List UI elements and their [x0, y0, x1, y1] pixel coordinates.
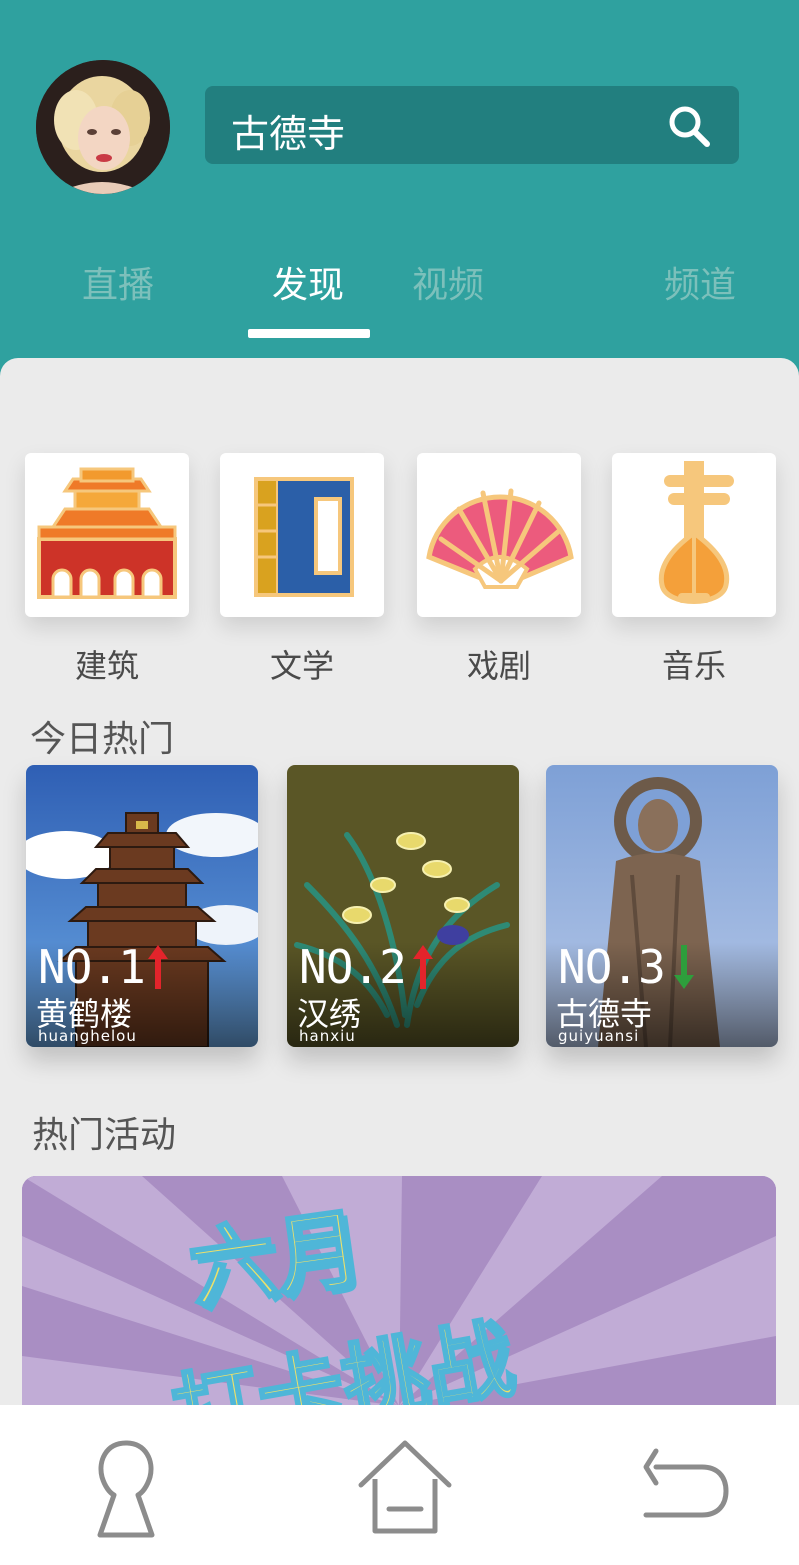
category-tile[interactable] [25, 453, 189, 617]
search-icon[interactable] [667, 104, 711, 148]
today-hot-title: 今日热门 [30, 719, 175, 760]
hot-card-gudesi[interactable]: NO.3 古德寺 guiyuansi [546, 765, 778, 1047]
bottom-navigation [0, 1405, 799, 1565]
active-tab-indicator [248, 329, 370, 338]
activities-title: 热门活动 [32, 1115, 177, 1156]
trend-up-icon [413, 945, 433, 989]
rank-label: NO.3 [558, 940, 666, 994]
hot-card-huanghelou[interactable]: NO.1 黄鹤楼 huanghelou [26, 765, 258, 1047]
nav-home-button[interactable] [355, 1435, 455, 1545]
user-avatar[interactable] [36, 60, 170, 194]
place-pinyin: hanxiu [299, 1027, 356, 1045]
search-input[interactable]: 古德寺 [231, 103, 345, 158]
home-icon [358, 1440, 452, 1534]
trend-up-icon [148, 945, 168, 989]
tab-channel[interactable]: 频道 [664, 256, 736, 308]
hot-card-hanxiu[interactable]: NO.2 汉绣 hanxiu [287, 765, 519, 1047]
pipa-icon [658, 461, 734, 604]
keyhole-icon [97, 1440, 155, 1538]
category-tile[interactable] [417, 453, 581, 617]
category-label: 建筑 [74, 647, 139, 685]
category-label: 音乐 [661, 647, 726, 685]
nav-profile-button[interactable] [76, 1435, 176, 1545]
place-pinyin: guiyuansi [558, 1027, 640, 1045]
back-icon [643, 1448, 729, 1518]
tab-live[interactable]: 直播 [82, 256, 154, 308]
discover-content: 建筑 文学 戏剧 音乐 今日热门 NO.1 黄鹤楼 huanghelou NO.… [0, 358, 799, 1458]
search-bar[interactable]: 古德寺 [205, 86, 739, 164]
tab-discover[interactable]: 发现 [272, 256, 344, 308]
category-tile[interactable] [612, 453, 776, 617]
rank-label: NO.1 [38, 940, 146, 994]
category-tile[interactable] [220, 453, 384, 617]
app-header: 古德寺 直播 发现 视频 频道 [0, 0, 799, 370]
category-literature[interactable]: 文学 [220, 453, 384, 687]
nav-back-button[interactable] [636, 1435, 736, 1545]
place-pinyin: huanghelou [38, 1027, 137, 1045]
book-icon [254, 477, 354, 597]
tab-video[interactable]: 视频 [412, 256, 484, 308]
category-architecture[interactable]: 建筑 [25, 453, 189, 687]
category-label: 文学 [269, 647, 334, 685]
category-label: 戏剧 [466, 647, 531, 685]
palace-icon [37, 467, 177, 599]
rank-label: NO.2 [299, 940, 407, 994]
category-drama[interactable]: 戏剧 [417, 453, 581, 687]
category-music[interactable]: 音乐 [612, 453, 776, 687]
trend-down-icon [674, 945, 694, 989]
fan-icon [426, 488, 574, 589]
